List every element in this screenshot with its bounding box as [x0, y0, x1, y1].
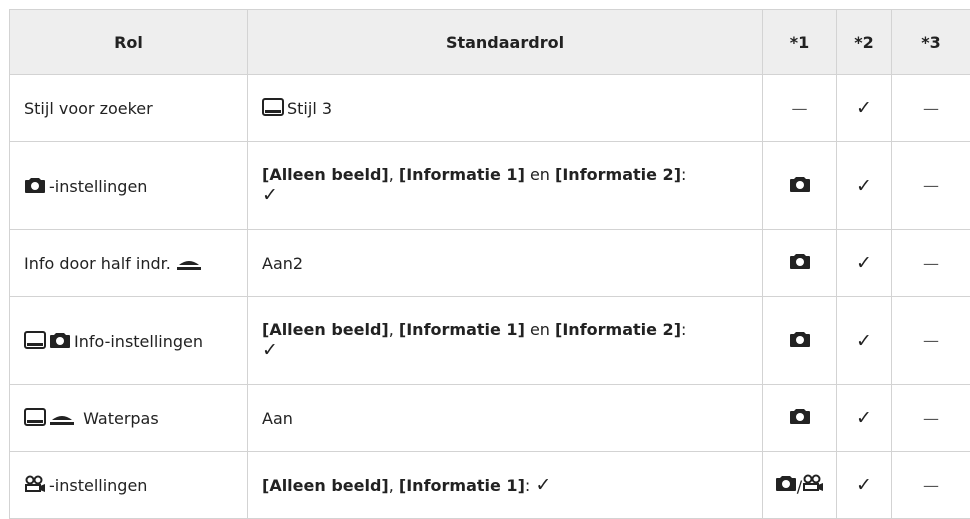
- separator: ,: [389, 165, 399, 184]
- standaardrol-value: Stijl 3: [287, 99, 332, 118]
- header-3: *3: [892, 10, 970, 75]
- col1-cell: [763, 297, 837, 385]
- separator: :: [681, 320, 686, 339]
- option-alleen-beeld: [Alleen beeld]: [262, 320, 389, 339]
- separator: :: [681, 165, 686, 184]
- standaardrol-value: Aan: [262, 409, 293, 428]
- rol-cell: Waterpas: [10, 385, 248, 452]
- col3-cell: —: [892, 142, 970, 230]
- movie-camera-icon: [24, 475, 46, 493]
- col3-cell: —: [892, 385, 970, 452]
- col2-cell: ✓: [837, 75, 892, 142]
- col3-cell: —: [892, 297, 970, 385]
- col3-cell: —: [892, 230, 970, 297]
- header-row: Rol Standaardrol *1 *2 *3: [10, 10, 970, 75]
- rol-cell: -instellingen: [10, 452, 248, 519]
- rol-cell: Stijl voor zoeker: [10, 75, 248, 142]
- col3-cell: —: [892, 75, 970, 142]
- table-row: Info door half indr. Aan2 ✓ —: [10, 230, 970, 297]
- camera-icon: [49, 331, 71, 349]
- check-icon: ✓: [535, 474, 551, 496]
- rol-label: Stijl voor zoeker: [24, 99, 153, 118]
- rol-cell: -instellingen: [10, 142, 248, 230]
- table-row: Stijl voor zoeker Stijl 3 — ✓ —: [10, 75, 970, 142]
- option-alleen-beeld: [Alleen beeld]: [262, 476, 389, 495]
- camera-icon: [24, 176, 46, 194]
- standaardrol-cell: Aan2: [248, 230, 763, 297]
- col1-cell: [763, 230, 837, 297]
- col2-cell: ✓: [837, 452, 892, 519]
- option-informatie-2: [Informatie 2]: [555, 165, 681, 184]
- col1-cell: —: [763, 75, 837, 142]
- viewfinder-icon: [24, 331, 46, 349]
- table-row: -instellingen [Alleen beeld], [Informati…: [10, 452, 970, 519]
- table-row: Waterpas Aan ✓ —: [10, 385, 970, 452]
- header-standaardrol: Standaardrol: [248, 10, 763, 75]
- separator: en: [525, 320, 555, 339]
- rol-label: Waterpas: [83, 409, 159, 428]
- col2-cell: ✓: [837, 142, 892, 230]
- check-icon: ✓: [262, 184, 278, 206]
- rol-cell: Info-instellingen: [10, 297, 248, 385]
- camera-icon: [789, 407, 811, 425]
- camera-icon: [775, 474, 797, 492]
- movie-camera-icon: [802, 474, 824, 492]
- table-row: Info-instellingen [Alleen beeld], [Infor…: [10, 297, 970, 385]
- option-informatie-2: [Informatie 2]: [555, 320, 681, 339]
- col2-cell: ✓: [837, 385, 892, 452]
- standaardrol-cell: [Alleen beeld], [Informatie 1] en [Infor…: [248, 297, 763, 385]
- col2-cell: ✓: [837, 297, 892, 385]
- check-icon: ✓: [262, 339, 278, 361]
- viewfinder-icon: [262, 98, 284, 116]
- rol-cell: Info door half indr.: [10, 230, 248, 297]
- viewfinder-icon: [24, 408, 46, 426]
- col3-cell: —: [892, 452, 970, 519]
- camera-icon: [789, 175, 811, 193]
- camera-icon: [789, 330, 811, 348]
- table-row: -instellingen [Alleen beeld], [Informati…: [10, 142, 970, 230]
- option-informatie-1: [Informatie 1]: [399, 476, 525, 495]
- standaardrol-cell: [Alleen beeld], [Informatie 1] en [Infor…: [248, 142, 763, 230]
- shutter-button-icon: [176, 257, 202, 271]
- separator: ,: [389, 320, 399, 339]
- standaardrol-cell: Aan: [248, 385, 763, 452]
- shutter-button-icon: [49, 412, 75, 426]
- option-alleen-beeld: [Alleen beeld]: [262, 165, 389, 184]
- standaardrol-cell: [Alleen beeld], [Informatie 1]: ✓: [248, 452, 763, 519]
- rol-label: Info door half indr.: [24, 254, 171, 273]
- col1-cell: [763, 385, 837, 452]
- standaardrol-value: Aan2: [262, 254, 303, 273]
- settings-table: Rol Standaardrol *1 *2 *3 Stijl voor zoe…: [9, 9, 970, 519]
- separator: :: [525, 476, 535, 495]
- option-informatie-1: [Informatie 1]: [399, 165, 525, 184]
- separator: ,: [389, 476, 399, 495]
- col1-cell: /: [763, 452, 837, 519]
- standaardrol-cell: Stijl 3: [248, 75, 763, 142]
- rol-label: -instellingen: [49, 476, 147, 495]
- option-informatie-1: [Informatie 1]: [399, 320, 525, 339]
- header-2: *2: [837, 10, 892, 75]
- col1-cell: [763, 142, 837, 230]
- camera-icon: [789, 252, 811, 270]
- header-1: *1: [763, 10, 837, 75]
- col2-cell: ✓: [837, 230, 892, 297]
- header-rol: Rol: [10, 10, 248, 75]
- rol-label: Info-instellingen: [74, 332, 203, 351]
- rol-label: -instellingen: [49, 177, 147, 196]
- separator: en: [525, 165, 555, 184]
